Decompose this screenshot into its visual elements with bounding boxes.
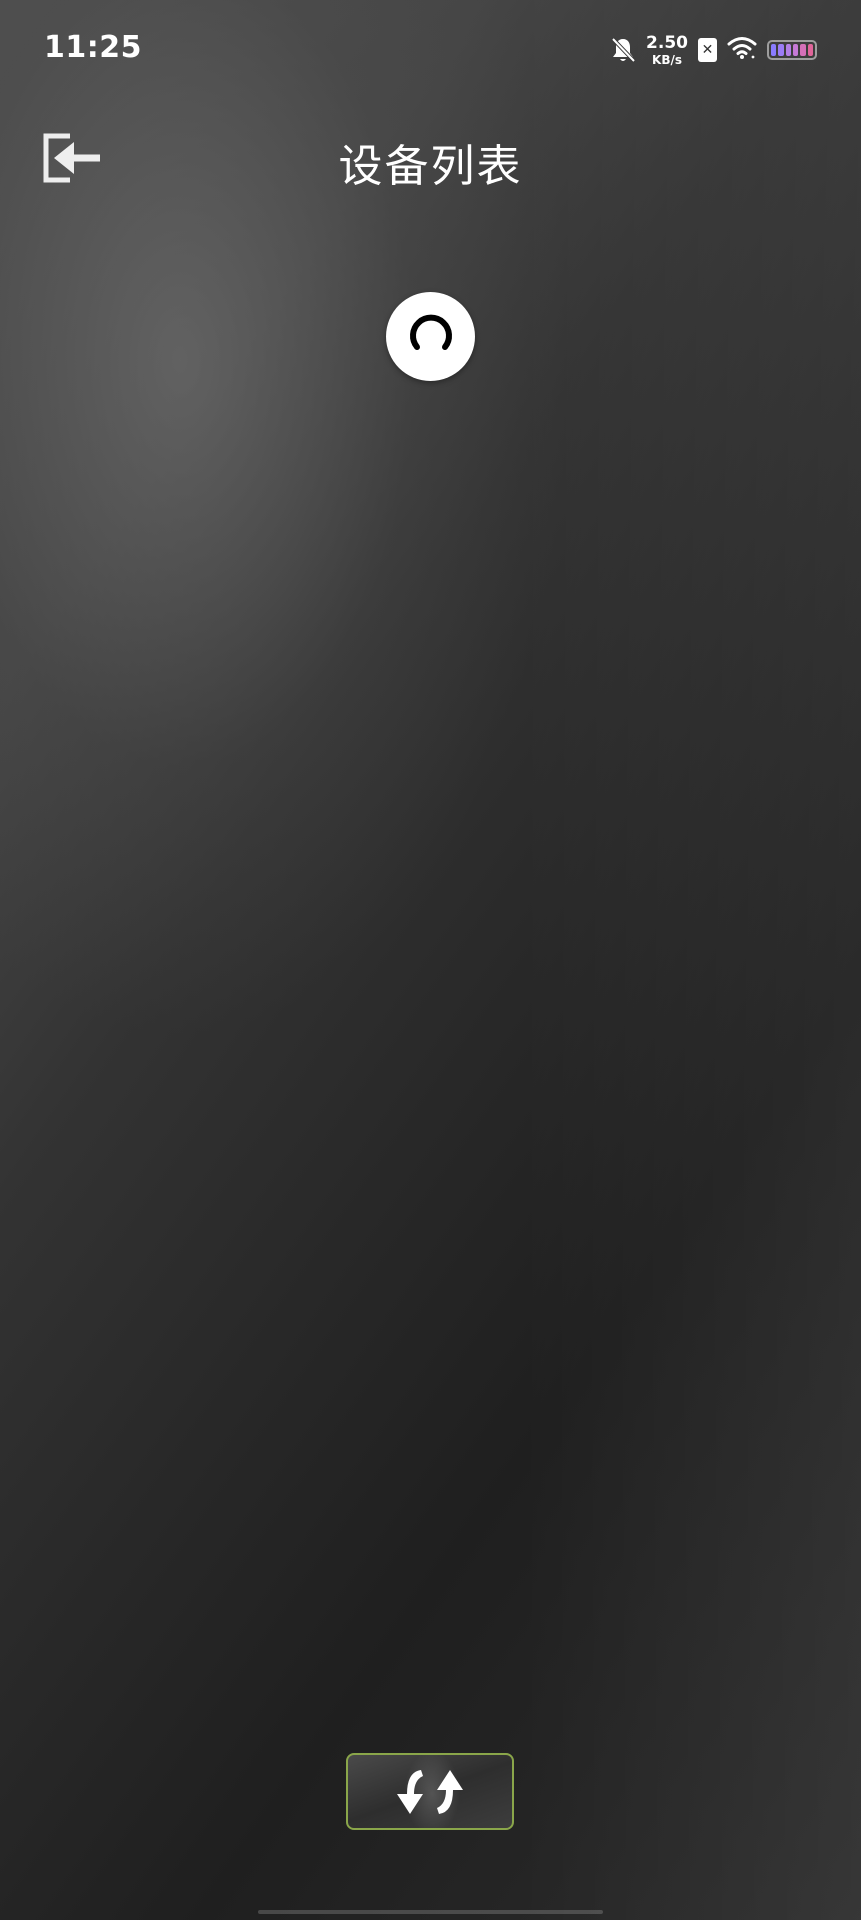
- bell-muted-icon: [610, 36, 636, 64]
- background: [0, 0, 861, 1920]
- network-speed: 2.50 KB/s: [646, 32, 688, 67]
- status-time: 11:25: [44, 30, 142, 65]
- battery-segment: [785, 44, 791, 56]
- network-speed-value: 2.50: [646, 32, 688, 53]
- status-bar: 11:25 2.50 KB/s ✕: [0, 0, 861, 100]
- swap-arrows-icon: [397, 1769, 463, 1814]
- home-indicator[interactable]: [258, 1910, 603, 1914]
- loading-spinner: [386, 292, 475, 381]
- network-speed-unit: KB/s: [652, 52, 683, 67]
- battery-icon: [767, 40, 817, 60]
- battery-segment: [771, 44, 777, 56]
- battery-segment: [807, 44, 813, 56]
- switch-button[interactable]: [346, 1753, 514, 1830]
- battery-segment: [800, 44, 806, 56]
- sim-icon: ✕: [698, 38, 717, 62]
- battery-segment: [792, 44, 799, 56]
- wifi-icon: [727, 36, 757, 64]
- status-icons: 2.50 KB/s ✕: [610, 32, 817, 68]
- loading-spinner-icon: [409, 314, 452, 350]
- battery-segment: [778, 44, 784, 56]
- page-title: 设备列表: [338, 141, 523, 192]
